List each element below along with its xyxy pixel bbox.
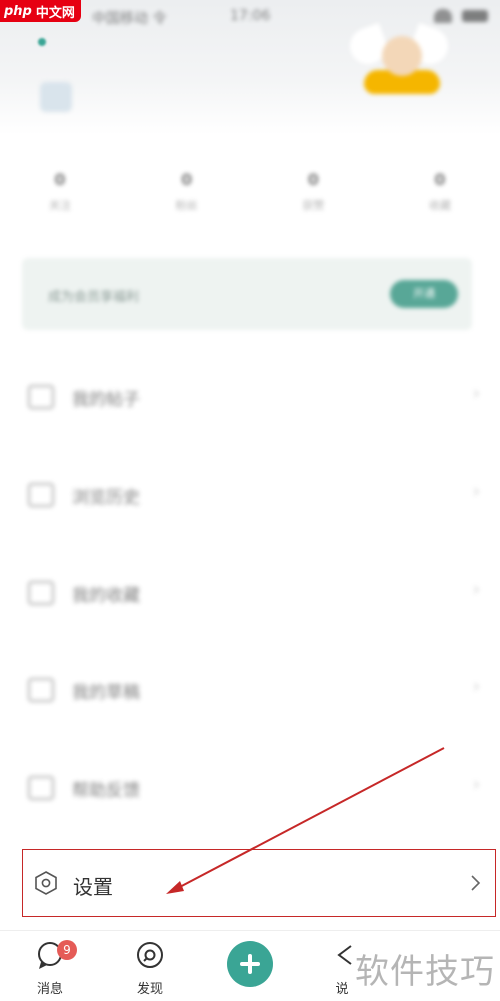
share-icon	[337, 945, 352, 965]
stat-label: 收藏	[428, 199, 451, 212]
stat-label: 粉丝	[175, 199, 198, 212]
tab-discover[interactable]: 发现	[120, 940, 180, 997]
carrier-label: 中国移动 令	[92, 11, 167, 27]
settings-label: 设置	[73, 875, 113, 899]
battery-icon	[462, 10, 488, 22]
stat-value: 0	[54, 170, 66, 189]
draft-icon	[28, 678, 54, 702]
watermark-brand-prefix: php	[4, 3, 32, 19]
add-button[interactable]	[227, 941, 273, 987]
stat-following[interactable]: 0 关注	[30, 170, 90, 213]
menu-icon[interactable]	[40, 82, 72, 112]
watermark-brand-suffix: 中文网	[35, 5, 75, 21]
menu-item-drafts[interactable]: 我的草稿 ›	[24, 666, 484, 710]
menu-item-label: 我的帖子	[72, 390, 140, 410]
menu-item-help[interactable]: 帮助反馈 ›	[24, 764, 484, 808]
menu-item-label: 帮助反馈	[72, 781, 140, 801]
tab-label: 发现	[136, 982, 163, 997]
post-icon	[28, 385, 54, 409]
chevron-right-icon: ›	[472, 579, 480, 600]
chevron-right-icon: ›	[472, 481, 480, 502]
stat-value: 0	[434, 170, 446, 189]
message-count-badge: 9	[57, 940, 77, 960]
star-icon	[28, 581, 54, 605]
stat-favorites[interactable]: 0 收藏	[410, 170, 470, 213]
menu-item-settings[interactable]: 设置	[22, 849, 496, 917]
history-icon	[28, 483, 54, 507]
menu-item-label: 我的草稿	[72, 683, 140, 703]
avatar-face	[382, 36, 422, 76]
chevron-right-icon	[471, 875, 481, 891]
menu-item-posts[interactable]: 我的帖子 ›	[24, 373, 484, 417]
chevron-right-icon: ›	[472, 676, 480, 697]
menu-item-label: 我的收藏	[72, 586, 140, 606]
stat-likes[interactable]: 0 获赞	[283, 170, 343, 213]
tab-label: 消息	[36, 982, 63, 997]
plus-icon-vertical	[248, 954, 252, 974]
status-dot-icon	[38, 38, 46, 46]
stat-label: 获赞	[302, 199, 325, 212]
clock: 17:06	[230, 8, 271, 24]
help-icon	[28, 776, 54, 800]
stat-value: 0	[181, 170, 193, 189]
discover-icon	[137, 942, 163, 968]
chevron-right-icon: ›	[472, 383, 480, 404]
wifi-icon	[434, 9, 452, 23]
chevron-right-icon: ›	[472, 774, 480, 795]
vip-card-text: 成为会员享福利	[48, 290, 140, 305]
stat-value: 0	[307, 170, 319, 189]
vip-card[interactable]: 成为会员享福利 开通	[22, 258, 472, 330]
menu-item-history[interactable]: 浏览历史 ›	[24, 471, 484, 515]
menu-item-label: 浏览历史	[72, 488, 140, 508]
gear-icon	[35, 871, 57, 895]
vip-open-button[interactable]: 开通	[390, 280, 458, 308]
avatar[interactable]	[344, 22, 454, 94]
stat-label: 关注	[49, 199, 71, 212]
stat-followers[interactable]: 0 粉丝	[157, 170, 217, 213]
menu-item-favorites[interactable]: 我的收藏 ›	[24, 569, 484, 613]
profile-stats: 0 关注 0 粉丝 0 获赞 0 收藏	[30, 170, 470, 213]
watermark-logo: php 中文网	[0, 0, 81, 22]
watermark-corner-text: 软件技巧	[355, 952, 495, 992]
